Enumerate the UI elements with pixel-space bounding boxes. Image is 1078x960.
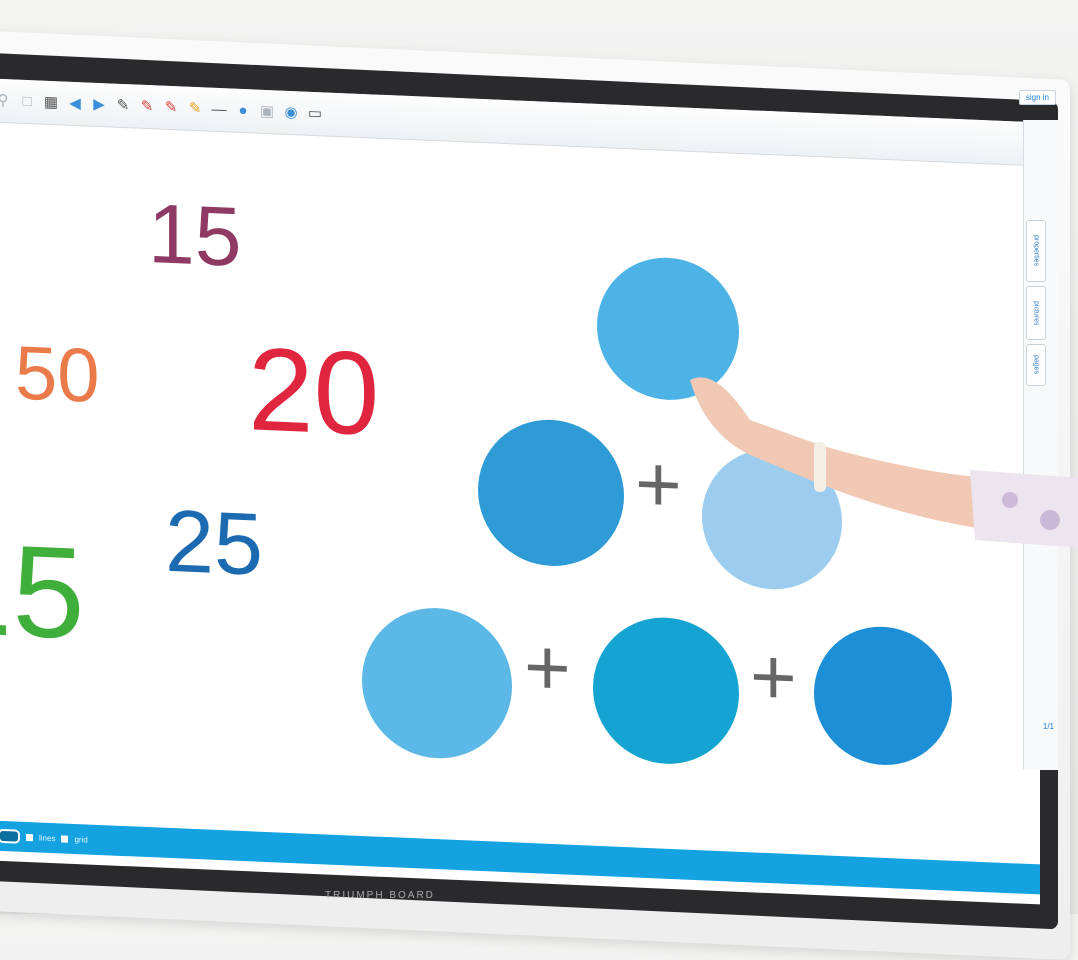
- number-25: 25: [165, 490, 263, 594]
- back-icon[interactable]: ◀: [66, 94, 84, 113]
- screen-icon[interactable]: ▭: [306, 104, 324, 123]
- grid-checkbox[interactable]: [61, 834, 69, 843]
- toggle-pill[interactable]: [0, 828, 20, 844]
- zoom-icon[interactable]: ⚲: [0, 91, 12, 110]
- shape-icon[interactable]: ●: [234, 101, 252, 120]
- circle-bottom-1[interactable]: [362, 605, 512, 762]
- lines-checkbox[interactable]: [26, 833, 33, 841]
- grid-label: grid: [74, 834, 88, 845]
- copy-icon[interactable]: □: [18, 92, 36, 111]
- plus-sign-1: +: [635, 438, 682, 530]
- pen-icon[interactable]: ✎: [114, 96, 132, 115]
- brand-label: TRIUMPH BOARD: [325, 890, 435, 901]
- circle-mid-left[interactable]: [478, 416, 624, 569]
- text-icon[interactable]: ▣: [258, 102, 276, 121]
- number-15-bottom: 15: [0, 514, 85, 667]
- eraser-icon[interactable]: ✎: [138, 97, 156, 116]
- tab-properties[interactable]: properties: [1026, 220, 1046, 282]
- forward-icon[interactable]: ▶: [90, 95, 108, 114]
- lines-label: lines: [39, 832, 56, 843]
- paste-icon[interactable]: ▦: [42, 93, 60, 112]
- plus-sign-2: +: [524, 621, 571, 713]
- circle-bottom-3[interactable]: [814, 623, 952, 768]
- presenter-arm: [690, 377, 1078, 548]
- page-indicator: 1/1: [1042, 722, 1054, 731]
- highlighter-icon[interactable]: ✎: [186, 99, 204, 118]
- number-20: 20: [248, 323, 380, 461]
- plus-sign-3: +: [750, 631, 797, 723]
- number-50: 50: [15, 330, 100, 420]
- circle-bottom-2[interactable]: [593, 614, 739, 767]
- number-15-top: 15: [148, 186, 242, 284]
- sign-in-button[interactable]: sign in: [1018, 90, 1056, 105]
- globe-icon[interactable]: ◉: [282, 103, 300, 122]
- red-pen-icon[interactable]: ✎: [162, 98, 180, 117]
- tab-pictures[interactable]: pictures: [1026, 286, 1046, 340]
- line-icon[interactable]: —: [210, 100, 228, 119]
